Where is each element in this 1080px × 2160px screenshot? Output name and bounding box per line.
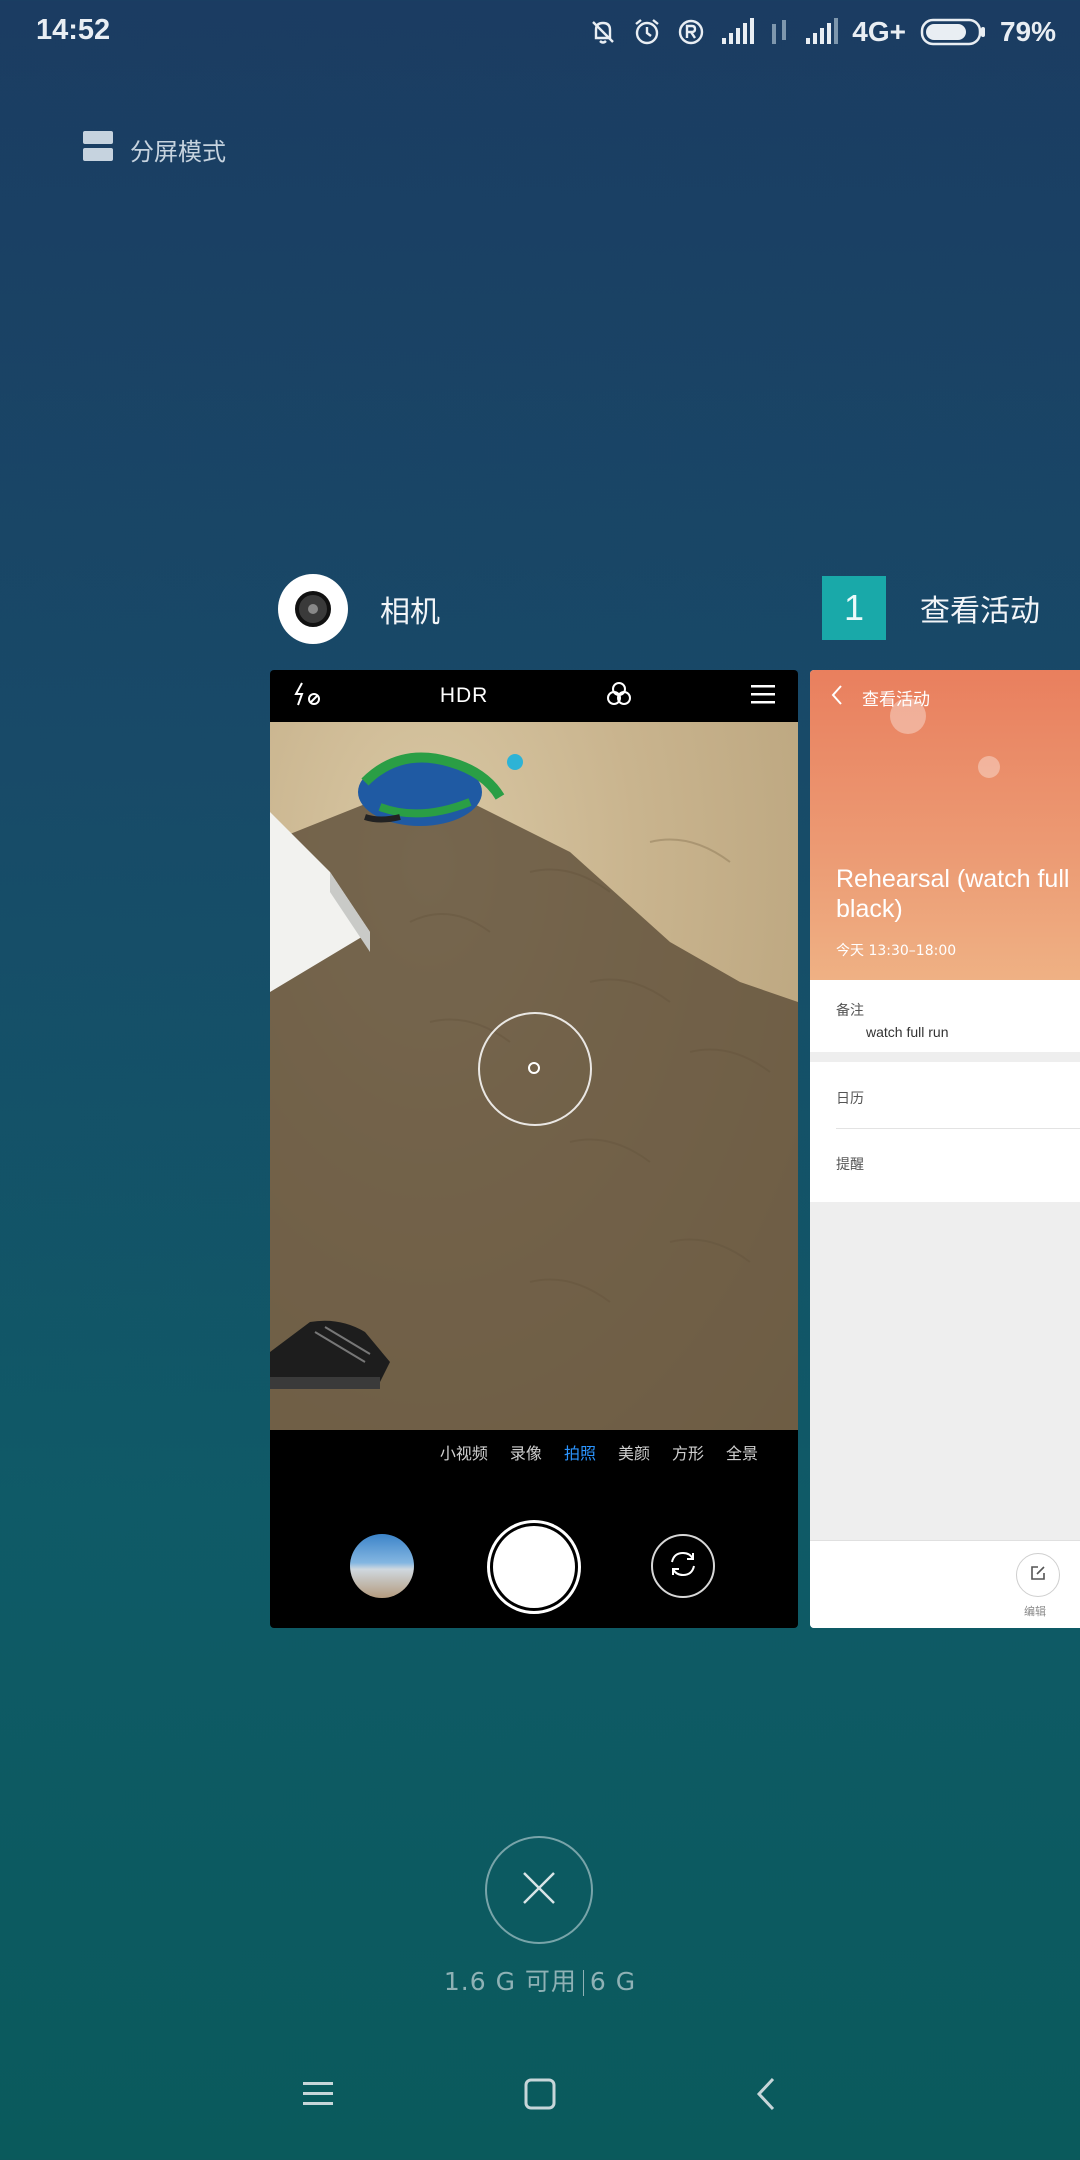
data-arrows-icon [768,18,790,46]
split-screen-icon [82,130,114,168]
camera-app-icon [278,574,348,644]
mode-square[interactable]: 方形 [672,1440,704,1464]
back-icon [755,2076,777,2116]
camera-app-card[interactable]: HDR 小视频 录像 拍照 美颜 方形 全景 [270,670,798,1628]
clear-all-button[interactable] [485,1836,593,1944]
menu-icon[interactable] [750,683,776,709]
note-label: 备注 [836,1003,864,1019]
edit-label: 编辑 [1024,1605,1046,1618]
mode-panorama[interactable]: 全景 [726,1440,758,1464]
switch-camera-button[interactable] [651,1534,715,1598]
camera-app-title: 相机 [380,595,440,630]
details-section: 日历 提醒 [810,1062,1080,1202]
event-time: 今天 13:30–18:00 [836,943,957,959]
focus-ring [478,1012,592,1126]
gallery-thumbnail[interactable] [350,1534,414,1598]
switch-camera-icon [666,1547,700,1585]
split-screen-label: 分屏模式 [130,137,226,166]
signal-icon [720,18,755,46]
split-screen-button[interactable]: 分屏模式 [82,130,226,168]
event-title: Rehearsal (watch full black) [836,865,1070,923]
mode-beauty[interactable]: 美颜 [618,1440,650,1464]
camera-top-bar: HDR [270,670,798,722]
note-section: 备注 watch full run [810,980,1080,1052]
calendar-app-header[interactable]: 1 查看活动 [822,576,1040,640]
home-icon [523,2077,557,2115]
signal-icon [804,18,839,46]
reminder-label[interactable]: 提醒 [836,1154,864,1174]
battery-percent: 79% [999,16,1056,47]
calendar-app-card[interactable]: 查看活动 Rehearsal (watch full black) 今天 13:… [810,670,1080,1628]
back-nav-button[interactable] [736,2068,796,2124]
event-header: 查看活动 Rehearsal (watch full black) 今天 13:… [810,670,1080,980]
menu-icon [301,2079,335,2113]
edit-icon [1029,1564,1047,1586]
menu-nav-button[interactable] [288,2068,348,2124]
memory-status: 1.6 G 可用 6 G [0,1962,1080,1998]
roaming-r-icon [676,17,706,47]
shutter-button[interactable] [487,1520,581,1614]
home-nav-button[interactable] [510,2068,570,2124]
mode-photo[interactable]: 拍照 [564,1440,596,1464]
mode-short-video[interactable]: 小视频 [440,1440,488,1464]
close-icon [520,1869,558,1911]
hdr-icon[interactable]: HDR [440,684,489,708]
navigation-bar [0,2068,1080,2124]
event-header-title: 查看活动 [862,690,930,710]
calendar-app-icon: 1 [822,576,886,640]
calendar-app-title: 查看活动 [920,594,1040,629]
status-icons: 4G+ 79% [588,12,1056,52]
memory-available: 1.6 G 可用 [443,1967,577,1996]
memory-total: 6 G [589,1967,637,1996]
filter-icon[interactable] [606,681,632,711]
camera-viewfinder[interactable] [270,722,798,1430]
camera-app-header[interactable]: 相机 [278,574,440,644]
bell-muted-icon [588,17,618,47]
calendar-label[interactable]: 日历 [836,1088,864,1108]
note-value: watch full run [866,1024,949,1040]
battery-icon [920,18,986,46]
edit-button[interactable] [1016,1553,1060,1597]
alarm-icon [632,17,662,47]
calendar-bottom-bar: 编辑 [810,1540,1080,1628]
back-icon[interactable] [830,684,844,711]
network-type: 4G+ [852,16,906,47]
mode-video[interactable]: 录像 [510,1440,542,1464]
status-time: 14:52 [36,14,111,46]
camera-modes: 小视频 录像 拍照 美颜 方形 全景 [270,1440,798,1464]
flash-off-icon[interactable] [292,681,322,711]
